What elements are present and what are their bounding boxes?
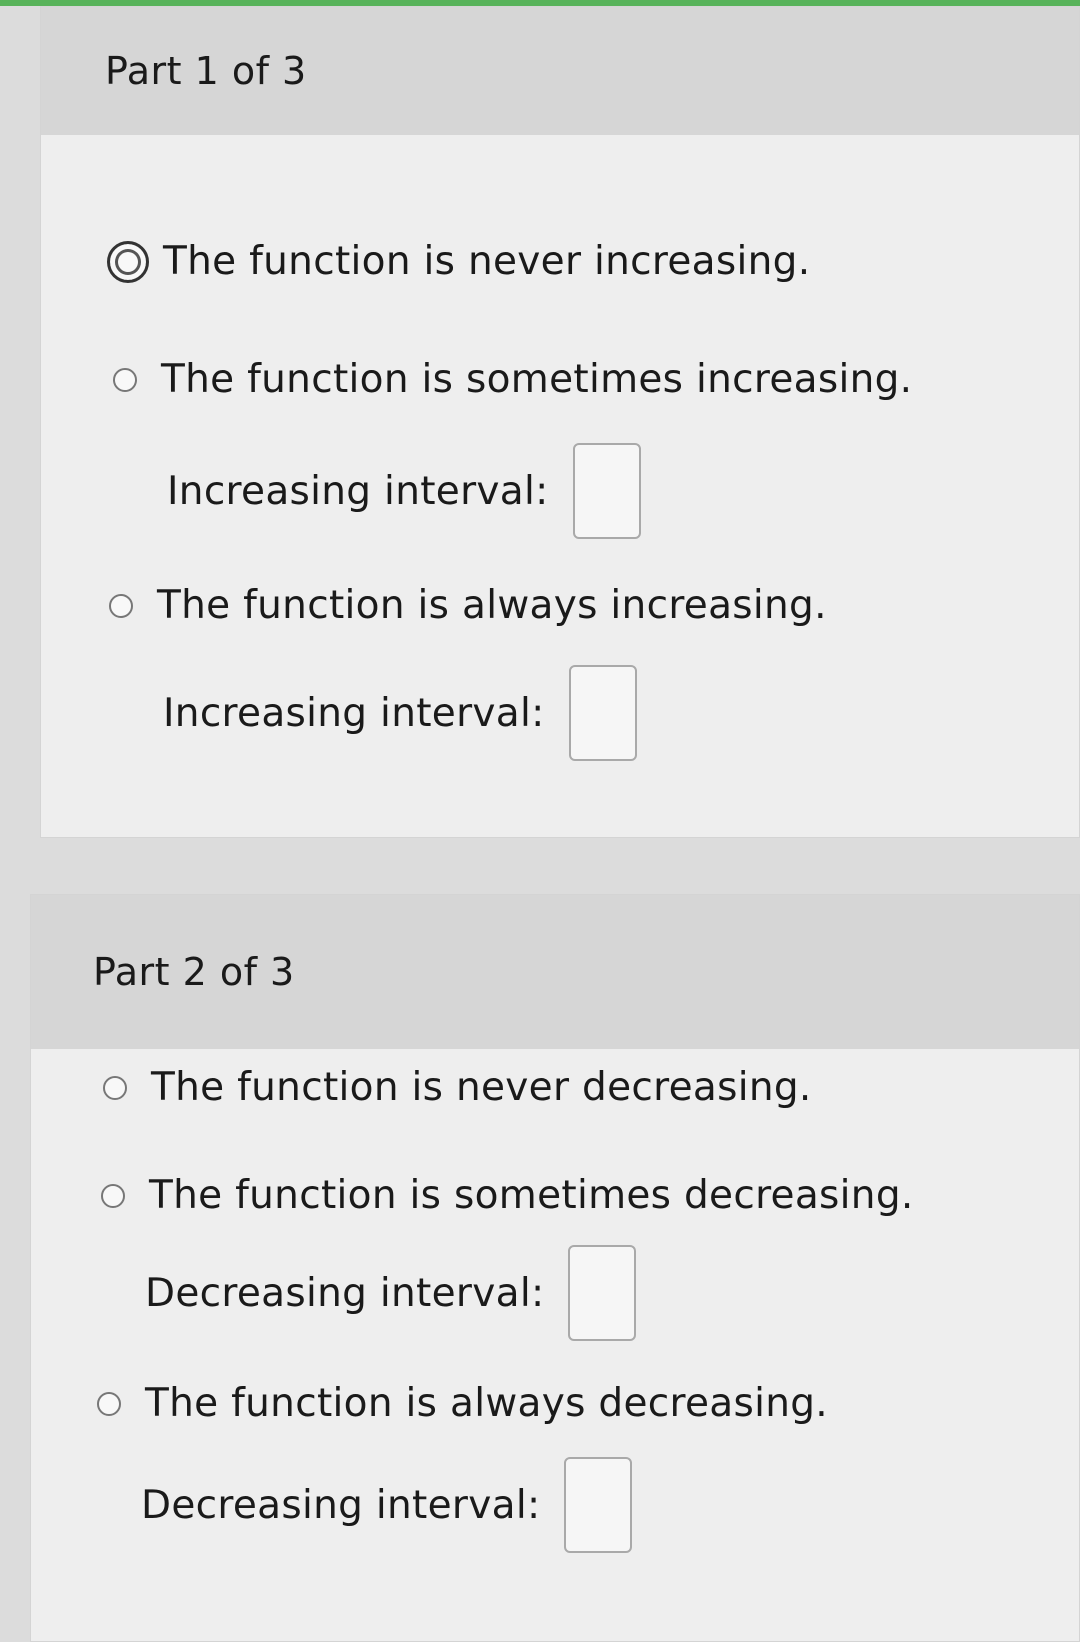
- option-always-increasing[interactable]: The function is always increasing.: [109, 583, 827, 628]
- decreasing-interval-input-2[interactable]: [564, 1457, 633, 1553]
- option-never-increasing-label: The function is never increasing.: [163, 239, 811, 284]
- radio-never-increasing[interactable]: [107, 240, 149, 283]
- option-never-increasing[interactable]: The function is never increasing.: [107, 239, 810, 284]
- part-1-card: Part 1 of 3 The function is never increa…: [40, 6, 1080, 838]
- option-always-decreasing-label: The function is always decreasing.: [145, 1381, 829, 1426]
- decreasing-interval-label: Decreasing interval:: [141, 1482, 541, 1528]
- decreasing-interval-row-2: Decreasing interval:: [141, 1457, 633, 1553]
- decreasing-interval-row-1: Decreasing interval:: [145, 1245, 637, 1341]
- part-2-card: Part 2 of 3 The function is never decrea…: [30, 894, 1080, 1642]
- radio-sometimes-increasing[interactable]: [113, 367, 137, 392]
- option-sometimes-decreasing-label: The function is sometimes decreasing.: [149, 1173, 914, 1218]
- increasing-interval-input-2[interactable]: [568, 665, 637, 761]
- radio-never-decreasing[interactable]: [103, 1075, 127, 1100]
- radio-always-increasing[interactable]: [109, 593, 133, 618]
- option-sometimes-decreasing[interactable]: The function is sometimes decreasing.: [101, 1173, 914, 1218]
- part-2-title: Part 2 of 3: [93, 950, 295, 994]
- part-1-title: Part 1 of 3: [105, 49, 307, 93]
- option-never-decreasing-label: The function is never decreasing.: [151, 1065, 812, 1110]
- part-1-header: Part 1 of 3: [41, 7, 1079, 135]
- radio-always-decreasing[interactable]: [97, 1391, 121, 1416]
- increasing-interval-row-1: Increasing interval:: [167, 443, 641, 539]
- decreasing-interval-label: Decreasing interval:: [145, 1270, 545, 1316]
- option-never-decreasing[interactable]: The function is never decreasing.: [103, 1065, 812, 1110]
- increasing-interval-row-2: Increasing interval:: [163, 665, 637, 761]
- decreasing-interval-input-1[interactable]: [568, 1245, 637, 1341]
- increasing-interval-label: Increasing interval:: [163, 690, 545, 736]
- part-2-header: Part 2 of 3: [31, 895, 1079, 1049]
- option-always-increasing-label: The function is always increasing.: [157, 583, 827, 628]
- increasing-interval-input-1[interactable]: [572, 443, 641, 539]
- increasing-interval-label: Increasing interval:: [167, 468, 549, 514]
- option-sometimes-increasing[interactable]: The function is sometimes increasing.: [113, 357, 912, 402]
- option-sometimes-increasing-label: The function is sometimes increasing.: [161, 357, 913, 402]
- option-always-decreasing[interactable]: The function is always decreasing.: [97, 1381, 828, 1426]
- radio-sometimes-decreasing[interactable]: [101, 1183, 125, 1208]
